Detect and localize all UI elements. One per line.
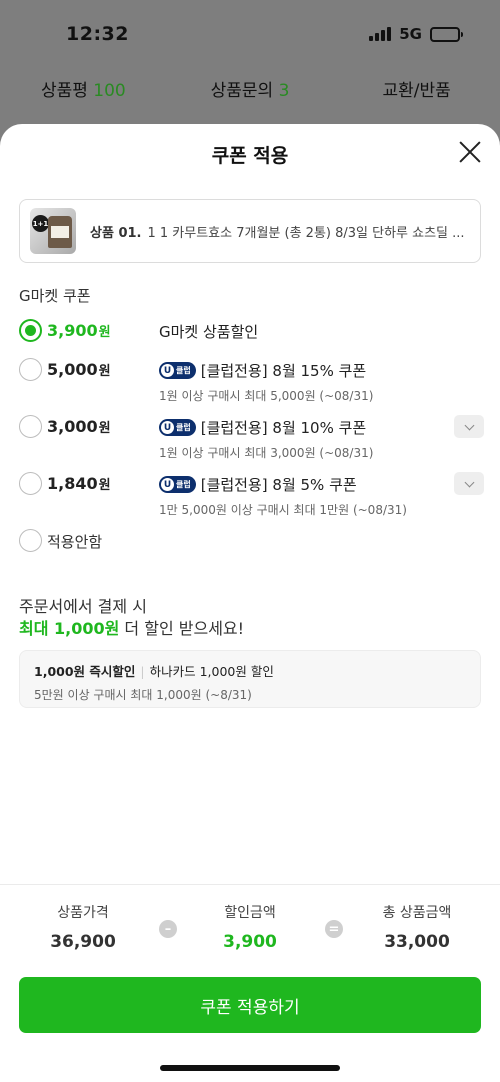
coupon-amount-value: 3,900 xyxy=(47,321,98,340)
coupon-amount: 3,000원 xyxy=(47,417,111,436)
coupon-amount-value: 3,000 xyxy=(47,417,98,436)
sheet-title: 쿠폰 적용 xyxy=(211,145,289,167)
signal-icon xyxy=(369,27,392,41)
tab-label: 상품문의 xyxy=(210,81,274,101)
promo-text: 주문서에서 결제 시 xyxy=(19,597,147,616)
background-tab-bar: 상품평 100 상품문의 3 교환/반품 xyxy=(0,76,500,116)
price-summary: 상품가격 36,900 – 할인금액 3,900 = 총 상품금액 33,000 xyxy=(0,902,500,962)
price-summary-item: 할인금액 3,900 xyxy=(185,902,315,952)
total-label: 총 상품금액 xyxy=(382,905,452,921)
section-label: G마켓 쿠폰 xyxy=(19,287,91,305)
product-card: 1+1 상품 01. 1 1 카무트효소 7개월분 (총 2통) 8/3일 단하루… xyxy=(19,199,481,263)
coupon-condition: 1원 이상 구매시 최대 5,000원 (~08/31) xyxy=(159,389,374,403)
coupon-title: U 클럽 [클럽전용] 8월 5% 쿠폰 xyxy=(159,474,357,495)
battery-icon xyxy=(430,26,463,42)
card-discount-name: 하나카드 1,000원 할인 xyxy=(149,664,274,679)
product-label: 상품 01. xyxy=(90,225,142,241)
uclub-text: 클럽 xyxy=(176,366,191,375)
network-label: 5G xyxy=(399,25,422,43)
radio-button[interactable] xyxy=(19,529,42,552)
coupon-amount: 5,000원 xyxy=(47,360,111,379)
tab-label: 상품평 xyxy=(40,81,88,101)
coupon-condition: 1원 이상 구매시 최대 3,000원 (~08/31) xyxy=(159,446,374,460)
apply-coupon-button[interactable]: 쿠폰 적용하기 xyxy=(19,977,481,1033)
tab-count: 100 xyxy=(93,81,126,101)
status-bar: 12:32 5G xyxy=(0,0,500,68)
coupon-amount: 1,840원 xyxy=(47,474,111,493)
coupon-condition: 1만 5,000원 이상 구매시 최대 1만원 (~08/31) xyxy=(159,503,407,517)
radio-button[interactable] xyxy=(19,472,42,495)
coupon-title-text: G마켓 상품할인 xyxy=(159,323,259,341)
coupon-amount-unit: 원 xyxy=(98,325,111,340)
uclub-letter: U xyxy=(161,421,174,434)
price-value: 36,900 xyxy=(50,932,116,952)
coupon-amount: 3,900원 xyxy=(47,321,111,340)
divider xyxy=(0,884,500,885)
no-apply-label: 적용안함 xyxy=(47,533,103,551)
tab-inquiries[interactable]: 상품문의 3 xyxy=(167,76,334,116)
product-title: 1 1 카무트효소 7개월분 (총 2통) 8/3일 단하루 쇼츠딜 ... xyxy=(147,225,465,241)
coupon-title-text: [클럽전용] 8월 15% 쿠폰 xyxy=(200,362,367,380)
promo-max-amount: 최대 1,000원 xyxy=(19,619,120,638)
price-label: 상품가격 xyxy=(57,905,109,921)
coupon-amount-unit: 원 xyxy=(98,478,111,493)
coupon-amount-unit: 원 xyxy=(98,421,111,436)
close-icon[interactable] xyxy=(456,138,484,166)
coupon-amount-value: 5,000 xyxy=(47,360,98,379)
minus-icon: – xyxy=(159,920,177,938)
uclub-badge-icon: U 클럽 xyxy=(159,419,196,436)
coupon-title-text: [클럽전용] 8월 10% 쿠폰 xyxy=(200,419,367,437)
tab-label: 교환/반품 xyxy=(382,81,451,101)
bundle-badge: 1+1 xyxy=(32,215,49,232)
clock: 12:32 xyxy=(66,23,129,45)
total-value: 33,000 xyxy=(384,932,450,952)
promo-rest: 더 할인 받으세요! xyxy=(119,619,245,638)
radio-button-selected[interactable] xyxy=(19,319,42,342)
tab-returns[interactable]: 교환/반품 xyxy=(333,76,500,116)
product-thumbnail: 1+1 xyxy=(30,208,76,254)
instant-discount-label: 1,000원 즉시할인 xyxy=(34,664,136,679)
home-indicator xyxy=(160,1065,340,1071)
coupon-title-text: [클럽전용] 8월 5% 쿠폰 xyxy=(200,476,357,494)
discount-label: 할인금액 xyxy=(224,905,276,921)
radio-button[interactable] xyxy=(19,415,42,438)
uclub-badge-icon: U 클럽 xyxy=(159,476,196,493)
tab-count: 3 xyxy=(278,81,290,101)
coupon-amount-value: 1,840 xyxy=(47,474,98,493)
card-discount-box: 1,000원 즉시할인 | 하나카드 1,000원 할인 5만원 이상 구매시 최대… xyxy=(19,650,481,708)
divider: | xyxy=(140,664,145,679)
uclub-badge-icon: U 클럽 xyxy=(159,362,196,379)
discount-value: 3,900 xyxy=(223,932,277,952)
uclub-text: 클럽 xyxy=(176,480,191,489)
uclub-text: 클럽 xyxy=(176,423,191,432)
chevron-down-icon[interactable] xyxy=(454,472,484,495)
product-jar-image xyxy=(48,216,72,248)
card-discount-condition: 5만원 이상 구매시 최대 1,000원 (~8/31) xyxy=(34,688,252,702)
radio-button[interactable] xyxy=(19,358,42,381)
coupon-title: U 클럽 [클럽전용] 8월 10% 쿠폰 xyxy=(159,417,366,438)
uclub-letter: U xyxy=(161,478,174,491)
price-summary-item: 총 상품금액 33,000 xyxy=(352,902,482,952)
promo-highlight: 최대 1,000원 더 할인 받으세요! xyxy=(19,615,244,639)
coupon-title: U 클럽 [클럽전용] 8월 15% 쿠폰 xyxy=(159,360,366,381)
price-summary-item: 상품가격 36,900 xyxy=(18,902,148,952)
chevron-down-icon[interactable] xyxy=(454,415,484,438)
equals-icon: = xyxy=(325,920,343,938)
tab-reviews[interactable]: 상품평 100 xyxy=(0,76,167,116)
coupon-sheet: 쿠폰 적용 1+1 상품 01. 1 1 카무트효소 7개월분 (총 2통) 8/… xyxy=(0,124,500,1082)
uclub-letter: U xyxy=(161,364,174,377)
coupon-amount-unit: 원 xyxy=(98,364,111,379)
card-discount-line: 1,000원 즉시할인 | 하나카드 1,000원 할인 xyxy=(34,661,466,680)
status-icons: 5G xyxy=(369,25,463,43)
coupon-title: G마켓 상품할인 xyxy=(159,321,258,342)
product-name: 상품 01. 1 1 카무트효소 7개월분 (총 2통) 8/3일 단하루 쇼츠딜… xyxy=(90,222,466,241)
